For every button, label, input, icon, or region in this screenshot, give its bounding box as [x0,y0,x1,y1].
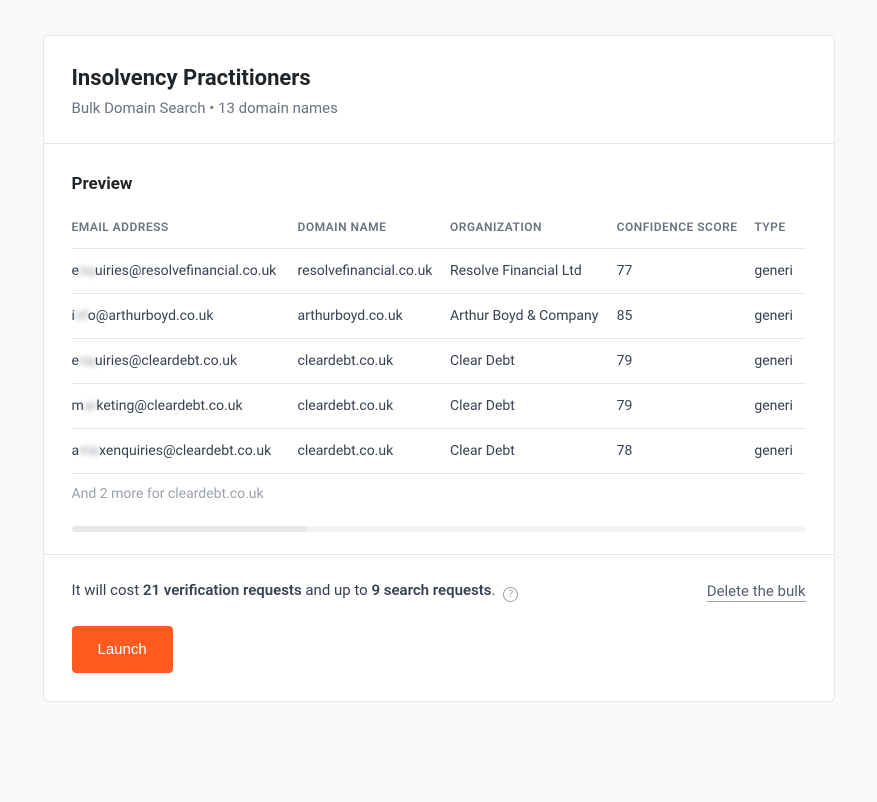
cell-organization: Clear Debt [450,384,617,429]
cell-domain: resolvefinancial.co.uk [298,249,450,294]
email-prefix: m [72,398,85,414]
cell-confidence: 79 [617,384,755,429]
cost-prefix: It will cost [72,581,143,599]
col-org: ORGANIZATION [450,220,617,249]
email-obscured: nq [79,263,95,279]
email-prefix: a [72,443,80,459]
cell-type: generi [754,384,805,429]
email-obscured: me [79,443,99,459]
cell-email: info@arthurboyd.co.uk [72,294,298,339]
cell-domain: cleardebt.co.uk [298,339,450,384]
email-prefix: e [72,353,80,369]
card-header: Insolvency Practitioners Bulk Domain Sea… [44,36,834,144]
cell-organization: Resolve Financial Ltd [450,249,617,294]
preview-heading: Preview [72,174,806,194]
cost-suffix: . [491,581,495,599]
cell-email: amexenquiries@cleardebt.co.uk [72,429,298,474]
col-domain: DOMAIN NAME [298,220,450,249]
verification-count: 21 verification requests [143,581,302,599]
card-body: Preview EMAIL ADDRESS DOMAIN NAME ORGANI… [44,144,834,554]
col-type: TYPE [754,220,805,249]
email-rest: o@arthurboyd.co.uk [88,308,214,324]
launch-button[interactable]: Launch [72,626,173,673]
page-subtitle: Bulk Domain Search • 13 domain names [72,99,806,117]
email-prefix: e [72,263,80,279]
email-rest: uiries@cleardebt.co.uk [95,353,237,369]
card-footer: It will cost 21 verification requests an… [44,554,834,701]
search-count: 9 search requests [371,581,491,599]
cell-domain: cleardebt.co.uk [298,429,450,474]
cell-confidence: 79 [617,339,755,384]
cell-domain: cleardebt.co.uk [298,384,450,429]
delete-bulk-link[interactable]: Delete the bulk [707,582,806,602]
cell-organization: Clear Debt [450,429,617,474]
col-email: EMAIL ADDRESS [72,220,298,249]
cell-organization: Arthur Boyd & Company [450,294,617,339]
preview-table: EMAIL ADDRESS DOMAIN NAME ORGANIZATION C… [72,220,806,474]
cell-type: generi [754,249,805,294]
cell-type: generi [754,429,805,474]
bulk-search-card: Insolvency Practitioners Bulk Domain Sea… [43,35,835,702]
table-row: enquiries@resolvefinancial.co.ukresolvef… [72,249,806,294]
email-obscured: ar [84,398,96,414]
table-row: marketing@cleardebt.co.ukcleardebt.co.uk… [72,384,806,429]
horizontal-scrollbar-thumb[interactable] [72,526,307,532]
cell-type: generi [754,294,805,339]
cell-confidence: 85 [617,294,755,339]
cell-confidence: 78 [617,429,755,474]
cell-confidence: 77 [617,249,755,294]
email-obscured: nq [79,353,95,369]
cost-summary: It will cost 21 verification requests an… [72,581,519,602]
page-title: Insolvency Practitioners [72,66,806,91]
cell-email: enquiries@cleardebt.co.uk [72,339,298,384]
table-row: amexenquiries@cleardebt.co.ukcleardebt.c… [72,429,806,474]
email-rest: keting@cleardebt.co.uk [96,398,242,414]
table-row: enquiries@cleardebt.co.ukcleardebt.co.uk… [72,339,806,384]
table-scroll-region[interactable]: EMAIL ADDRESS DOMAIN NAME ORGANIZATION C… [72,220,806,502]
cell-organization: Clear Debt [450,339,617,384]
col-score: CONFIDENCE SCORE [617,220,755,249]
cell-domain: arthurboyd.co.uk [298,294,450,339]
email-obscured: nf [75,308,88,324]
email-rest: xenquiries@cleardebt.co.uk [99,443,271,459]
cell-email: marketing@cleardebt.co.uk [72,384,298,429]
horizontal-scrollbar-track[interactable] [72,526,806,532]
cell-email: enquiries@resolvefinancial.co.uk [72,249,298,294]
table-row: info@arthurboyd.co.ukarthurboyd.co.ukArt… [72,294,806,339]
cell-type: generi [754,339,805,384]
cost-mid: and up to [302,581,372,599]
help-icon[interactable]: ? [503,587,518,602]
email-rest: uiries@resolvefinancial.co.uk [95,263,276,279]
more-rows-note: And 2 more for cleardebt.co.uk [72,474,806,502]
